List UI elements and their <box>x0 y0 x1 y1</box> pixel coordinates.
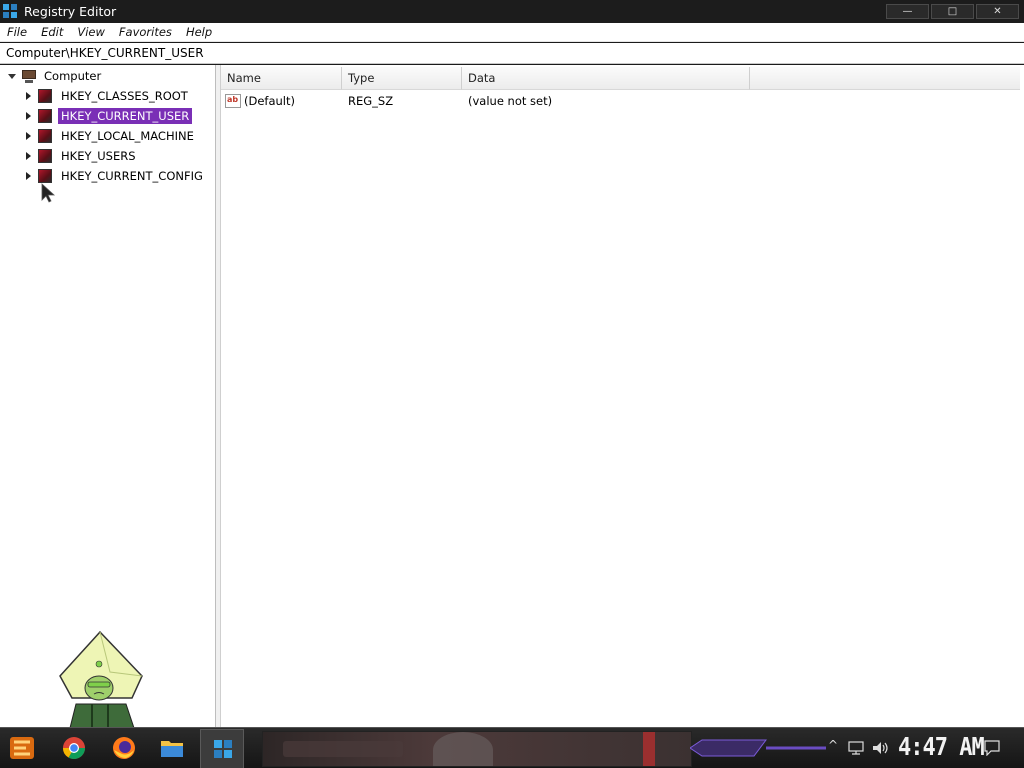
tree-item-label: HKEY_CURRENT_CONFIG <box>61 169 203 183</box>
tree-item-hkey-users[interactable]: HKEY_USERS <box>22 147 139 165</box>
menu-edit[interactable]: Edit <box>34 25 70 39</box>
menu-file[interactable]: File <box>0 25 34 39</box>
value-type: REG_SZ <box>348 94 394 108</box>
window-controls: — □ ✕ <box>886 4 1019 19</box>
volume-icon[interactable] <box>872 741 890 755</box>
notification-center-icon[interactable] <box>984 740 1000 756</box>
expand-arrow-icon[interactable] <box>22 107 34 125</box>
maximize-button[interactable]: □ <box>931 4 974 19</box>
tree-item-label: HKEY_USERS <box>61 149 136 163</box>
column-header-name[interactable]: Name <box>221 67 342 90</box>
tree-item-label: Computer <box>44 69 102 83</box>
registry-editor-taskbar-button[interactable] <box>200 729 244 768</box>
tree-item-label: HKEY_LOCAL_MACHINE <box>61 129 194 143</box>
expand-arrow-icon[interactable] <box>22 167 34 185</box>
tree-item-hkey-classes-root[interactable]: HKEY_CLASSES_ROOT <box>22 87 191 105</box>
network-icon[interactable] <box>848 741 864 755</box>
mouse-cursor-icon <box>41 183 56 203</box>
chrome-icon <box>63 737 85 759</box>
taskbar-wallpaper-banner <box>262 731 692 767</box>
registry-hive-icon <box>38 109 52 123</box>
registry-editor-icon <box>3 3 19 20</box>
chrome-taskbar-button[interactable] <box>60 734 88 762</box>
string-value-icon: ab <box>225 94 241 108</box>
registry-hive-icon <box>38 89 52 103</box>
tree-item-hkey-local-machine[interactable]: HKEY_LOCAL_MACHINE <box>22 127 197 145</box>
expand-arrow-icon[interactable] <box>22 127 34 145</box>
minimize-button[interactable]: — <box>886 4 929 19</box>
tree-item-hkey-current-user[interactable]: HKEY_CURRENT_USER <box>22 107 193 125</box>
menu-bar: File Edit View Favorites Help <box>0 23 1024 42</box>
tray-overflow-chevron-icon[interactable]: ^ <box>828 738 838 752</box>
list-item[interactable]: ab (Default) REG_SZ (value not set) <box>225 92 552 110</box>
registry-hive-icon <box>38 169 52 183</box>
firefox-taskbar-button[interactable] <box>110 734 138 762</box>
character-sticker <box>59 630 143 728</box>
registry-editor-icon <box>214 740 232 758</box>
window-title: Registry Editor <box>24 4 117 19</box>
registry-hive-icon <box>38 149 52 163</box>
file-explorer-taskbar-button[interactable] <box>158 734 186 762</box>
file-explorer-icon <box>161 741 183 757</box>
taskbar-decoration <box>690 739 826 757</box>
start-button[interactable] <box>8 734 36 762</box>
start-icon <box>10 737 34 759</box>
collapse-arrow-icon[interactable] <box>6 67 18 85</box>
tree-item-label: HKEY_CURRENT_USER <box>58 108 193 124</box>
menu-help[interactable]: Help <box>179 25 219 39</box>
registry-hive-icon <box>38 129 52 143</box>
taskbar: ^ 4:47 AM <box>0 727 1024 768</box>
close-button[interactable]: ✕ <box>976 4 1019 19</box>
values-list-pane[interactable]: Name Type Data ab (Default) REG_SZ (valu… <box>221 65 1024 727</box>
tree-item-computer[interactable]: Computer <box>6 67 104 85</box>
address-bar[interactable]: Computer\HKEY_CURRENT_USER <box>0 43 1024 64</box>
value-data: (value not set) <box>468 94 553 108</box>
firefox-icon <box>113 737 135 759</box>
expand-arrow-icon[interactable] <box>22 147 34 165</box>
expand-arrow-icon[interactable] <box>22 87 34 105</box>
title-bar[interactable]: Registry Editor — □ ✕ <box>0 0 1024 23</box>
computer-icon <box>21 69 37 83</box>
column-header-filler <box>750 67 1020 90</box>
taskbar-clock[interactable]: 4:47 AM <box>898 733 985 762</box>
column-header-type[interactable]: Type <box>342 67 462 90</box>
value-name: (Default) <box>244 94 295 108</box>
menu-view[interactable]: View <box>70 25 112 39</box>
list-header: Name Type Data <box>221 67 1020 90</box>
column-header-data[interactable]: Data <box>462 67 750 90</box>
menu-favorites[interactable]: Favorites <box>112 25 179 39</box>
address-path[interactable]: Computer\HKEY_CURRENT_USER <box>0 46 204 60</box>
tree-item-label: HKEY_CLASSES_ROOT <box>61 89 188 103</box>
